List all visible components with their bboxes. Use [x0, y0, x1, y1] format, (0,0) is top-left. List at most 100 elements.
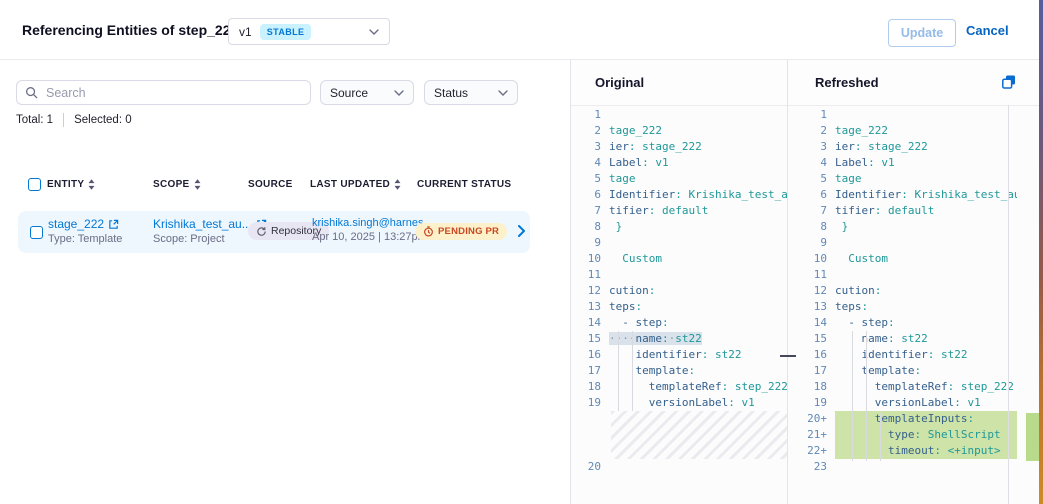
column-header-scope[interactable]: SCOPE [153, 179, 201, 190]
line-number: 3 [571, 139, 601, 155]
code-text: tage [835, 171, 1017, 187]
code-line: 10 Custom [789, 251, 1017, 267]
code-text: templateInputs: [835, 411, 1017, 427]
source-filter-dropdown[interactable]: Source [320, 80, 414, 105]
code-line: 11 [789, 267, 1017, 283]
line-number: 17 [789, 363, 827, 379]
code-text: template: [609, 363, 787, 379]
line-number: 1 [789, 107, 827, 123]
status-filter-dropdown[interactable]: Status [424, 80, 518, 105]
code-line: 13 teps: [789, 299, 1017, 315]
code-line: 5tage [571, 171, 787, 187]
code-line: 6 Identifier: Krishika_test_aut [789, 187, 1017, 203]
cancel-button[interactable]: Cancel [966, 23, 1009, 38]
code-text: - step: [835, 315, 1017, 331]
code-text: ier: stage_222 [609, 139, 787, 155]
code-text: Identifier: Krishika_test_aut [835, 187, 1017, 203]
code-text: cution: [835, 283, 1017, 299]
code-line: 3 ier: stage_222 [571, 139, 787, 155]
line-number: 9 [571, 235, 601, 251]
refreshed-code-pane[interactable]: 12tage_2223ier: stage_2224Label: v15tage… [789, 107, 1017, 475]
code-line: 15····name:·st22 [571, 331, 787, 347]
line-number: 18 [571, 379, 601, 395]
code-line: 20+ templateInputs: [789, 411, 1017, 427]
code-text: templateRef: step_222 [835, 379, 1017, 395]
line-number: 20+ [789, 411, 827, 427]
repository-icon [256, 226, 267, 237]
code-line: 19 versionLabel: v1 [789, 395, 1017, 411]
search-input[interactable] [44, 85, 302, 101]
code-text: - step: [609, 315, 787, 331]
code-text: teps: [835, 299, 1017, 315]
code-line: 11 [571, 267, 787, 283]
chevron-down-icon [394, 90, 404, 96]
update-button[interactable]: Update [888, 19, 956, 47]
code-line: 19 versionLabel: v1 [571, 395, 787, 411]
code-line: 4 Label: v1 [571, 155, 787, 171]
code-line: 22+ timeout: <+input> [789, 443, 1017, 459]
code-line: 1 [789, 107, 1017, 123]
external-link-icon[interactable] [108, 219, 119, 230]
column-header-last-updated[interactable]: LAST UPDATED [310, 179, 401, 190]
line-number: 12 [789, 283, 827, 299]
code-text: Label: v1 [835, 155, 1017, 171]
original-code-pane[interactable]: 12tage_2223 ier: stage_222 4 Label: v15tage… [571, 107, 787, 475]
code-line: 13teps: [571, 299, 787, 315]
dialog-header: Referencing Entities of step_222 v1 STAB… [0, 0, 1043, 60]
line-number: 11 [571, 267, 601, 283]
indent-guide [632, 331, 633, 411]
version-select[interactable]: v1 STABLE [228, 18, 390, 45]
entity-link[interactable]: stage_222 [48, 217, 122, 231]
code-text: teps: [609, 299, 787, 315]
code-text: ier: stage_222 [835, 139, 1017, 155]
chevron-right-icon[interactable] [517, 225, 526, 237]
line-number: 13 [789, 299, 827, 315]
code-line: 2tage_222 [571, 123, 787, 139]
code-text: versionLabel: v1 [609, 395, 787, 411]
indent-guide [852, 331, 853, 461]
scrollbar-track[interactable] [1008, 105, 1009, 504]
code-text: Label: v1 [609, 155, 787, 171]
code-text: } [835, 219, 1017, 235]
line-number: 10 [571, 251, 601, 267]
stable-badge: STABLE [260, 24, 312, 40]
updated-by: krishika.singh@harnes... [312, 217, 433, 229]
diff-collapsed-region [611, 411, 787, 459]
select-all-checkbox[interactable] [28, 178, 41, 191]
column-header-source: SOURCE [248, 179, 293, 190]
original-pane-title: Original [595, 75, 644, 90]
code-line: 17 template: [571, 363, 787, 379]
column-header-entity[interactable]: ENTITY [47, 179, 95, 190]
code-text: type: ShellScript [835, 427, 1017, 443]
code-text: identifier: st22 [609, 347, 787, 363]
diff-overview-mark [780, 355, 796, 357]
code-text [835, 235, 1017, 251]
chevron-down-icon [498, 90, 508, 96]
line-number: 6 [789, 187, 827, 203]
row-checkbox[interactable] [30, 226, 43, 239]
page-title: Referencing Entities of step_222 [22, 22, 238, 38]
sort-icon[interactable] [394, 179, 401, 190]
line-number: 14 [571, 315, 601, 331]
code-line: 21+ type: ShellScript [789, 427, 1017, 443]
sort-icon[interactable] [194, 179, 201, 190]
line-number: 4 [571, 155, 601, 171]
code-line: 6Identifier: Krishika_test_aut [571, 187, 787, 203]
code-text: cution: [609, 283, 787, 299]
code-text [609, 235, 787, 251]
code-line: 3ier: stage_222 [789, 139, 1017, 155]
line-number: 8 [571, 219, 601, 235]
code-text: tage_222 [609, 123, 787, 139]
code-line: 10 Custom [571, 251, 787, 267]
code-line: 7tifier: default [789, 203, 1017, 219]
code-line: 2tage_222 [789, 123, 1017, 139]
line-number: 1 [571, 107, 601, 123]
refreshed-pane-title: Refreshed [815, 75, 879, 90]
line-number: 15 [789, 331, 827, 347]
code-text: versionLabel: v1 [835, 395, 1017, 411]
line-number: 15 [571, 331, 601, 347]
table-row[interactable]: stage_222 Type: Template Krishika_test_a… [18, 211, 530, 253]
copy-icon[interactable] [1001, 74, 1017, 90]
pane-divider [787, 60, 788, 504]
sort-icon[interactable] [88, 179, 95, 190]
